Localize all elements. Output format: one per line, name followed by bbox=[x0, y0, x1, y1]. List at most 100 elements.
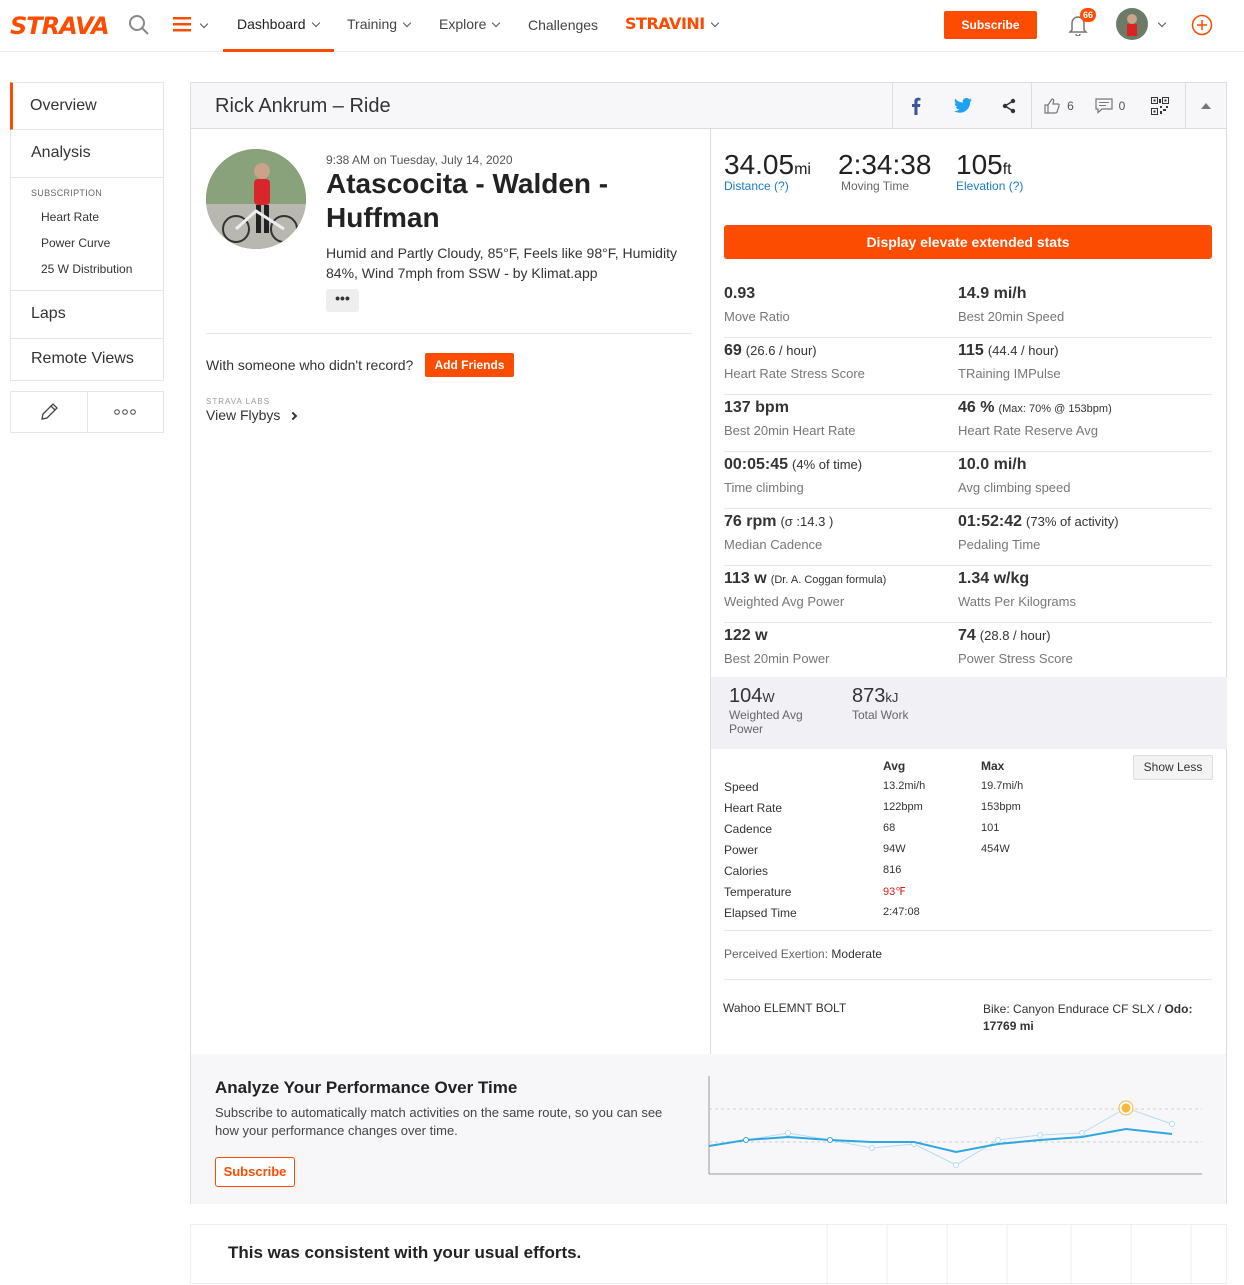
promo-subscribe-button[interactable]: Subscribe bbox=[215, 1157, 295, 1187]
stat-label: Best 20min Heart Rate bbox=[724, 423, 856, 438]
elevation-value: 105 bbox=[956, 149, 1003, 180]
chevron-down-icon[interactable] bbox=[1157, 18, 1167, 28]
performance-chart-illustration bbox=[708, 1076, 1202, 1175]
sidebar-item-overview[interactable]: Overview bbox=[10, 82, 164, 130]
subscription-caption: SUBSCRIPTION bbox=[31, 188, 103, 198]
stat-value: 115 (44.4 / hour) bbox=[958, 342, 1061, 360]
activity-description: Humid and Partly Cloudy, 85°F, Feels lik… bbox=[326, 245, 677, 281]
table-cell-max: 454W bbox=[981, 843, 1010, 855]
hamburger-menu-icon[interactable] bbox=[173, 16, 209, 37]
chevron-down-icon bbox=[492, 18, 501, 28]
stat-value: 76 rpm (σ :14.3 ) bbox=[724, 513, 833, 531]
moving-time-stat: 2:34:38 Moving Time bbox=[838, 149, 931, 193]
stat-label: Weighted Avg Power bbox=[724, 594, 845, 609]
plus-circle-icon[interactable] bbox=[1191, 14, 1213, 41]
nav-training[interactable]: Training bbox=[347, 16, 412, 32]
power-summary: 104W Weighted Avg Power 873kJ Total Work bbox=[711, 677, 1227, 749]
with-someone-text: With someone who didn't record? bbox=[206, 357, 414, 373]
kudos-button[interactable]: 6 bbox=[1031, 83, 1085, 128]
sidebar-item-heart-rate[interactable]: Heart Rate bbox=[31, 210, 163, 236]
avatar[interactable] bbox=[1116, 8, 1148, 40]
sidebar-item-analysis[interactable]: Analysis bbox=[10, 130, 164, 178]
perceived-exertion: Perceived Exertion: Moderate bbox=[724, 947, 882, 961]
stat-value: 69 (26.6 / hour) bbox=[724, 342, 865, 360]
avg-header: Avg bbox=[883, 759, 906, 773]
stat-value-extra: (26.6 / hour) bbox=[745, 343, 817, 358]
elevation-unit: ft bbox=[1002, 161, 1012, 178]
elevate-extended-stats-button[interactable]: Display elevate extended stats bbox=[724, 225, 1212, 259]
more-description-button[interactable]: ••• bbox=[326, 289, 359, 312]
max-header: Max bbox=[981, 759, 1005, 773]
share-icon bbox=[1002, 98, 1016, 113]
stat-label: Watts Per Kilograms bbox=[958, 594, 1076, 609]
bike-name[interactable]: Canyon Endurace CF SLX / bbox=[1013, 1002, 1161, 1016]
qr-code-button[interactable] bbox=[1135, 83, 1185, 128]
stat-cell: 76 rpm (σ :14.3 ) Median Cadence bbox=[724, 513, 833, 552]
show-less-button[interactable]: Show Less bbox=[1133, 755, 1213, 780]
share-button[interactable] bbox=[987, 83, 1031, 128]
stat-cell: 74 (28.8 / hour) Power Stress Score bbox=[958, 627, 1073, 666]
strava-logo[interactable]: STRAVA bbox=[10, 12, 110, 40]
performance-promo: Analyze Your Performance Over Time Subsc… bbox=[191, 1054, 1226, 1204]
stat-row: 137 bpm Best 20min Heart Rate 46 % (Max: 70… bbox=[724, 395, 1212, 452]
stat-cell: 01:52:42 (73% of activity) Pedaling Time bbox=[958, 513, 1119, 552]
odo-value: 17769 mi bbox=[983, 1019, 1034, 1033]
stat-value-main: 1.34 w/kg bbox=[958, 570, 1030, 587]
more-actions-button[interactable] bbox=[88, 392, 164, 432]
nav-stravini[interactable]: STRAVINI bbox=[625, 14, 719, 33]
nav-dashboard[interactable]: Dashboard bbox=[237, 16, 320, 32]
table-row: Speed 13.2mi/h 19.7mi/h bbox=[724, 778, 1212, 799]
collapse-button[interactable] bbox=[1185, 83, 1226, 128]
stat-value-extra: (44.4 / hour) bbox=[987, 343, 1059, 358]
table-cell-avg: 816 bbox=[883, 864, 902, 876]
sidebar-item-distribution[interactable]: 25 W Distribution bbox=[31, 262, 163, 282]
facebook-icon bbox=[912, 97, 921, 115]
nav-training-label: Training bbox=[347, 16, 398, 32]
stat-value-extra: (Dr. A. Coggan formula) bbox=[770, 574, 887, 586]
stat-value-main: 122 w bbox=[724, 627, 768, 644]
elevation-label[interactable]: Elevation (?) bbox=[956, 179, 1023, 193]
extended-stats-grid: 0.93 Move Ratio 14.9 mi/h Best 20min Speed 6… bbox=[724, 281, 1212, 680]
stat-value: 01:52:42 (73% of activity) bbox=[958, 513, 1119, 531]
notification-count-badge: 66 bbox=[1080, 8, 1096, 22]
stat-label: TRaining IMPulse bbox=[958, 366, 1061, 381]
sidebar-actions bbox=[10, 391, 164, 433]
nav-explore[interactable]: Explore bbox=[439, 16, 501, 32]
nav-challenges[interactable]: Challenges bbox=[528, 17, 598, 33]
stat-value-main: 14.9 mi/h bbox=[958, 285, 1027, 302]
wap-value: 104 bbox=[729, 685, 763, 707]
sidebar: Overview Analysis SUBSCRIPTION Heart Rat… bbox=[10, 82, 164, 433]
view-flybys-link[interactable]: View Flybys bbox=[206, 407, 298, 423]
sidebar-item-remote-views[interactable]: Remote Views bbox=[10, 339, 164, 381]
stat-value-main: 10.0 mi/h bbox=[958, 456, 1027, 473]
sidebar-item-laps[interactable]: Laps bbox=[10, 291, 164, 339]
table-cell-name: Elapsed Time bbox=[724, 906, 797, 920]
athlete-photo bbox=[206, 149, 306, 249]
stat-cell: 14.9 mi/h Best 20min Speed bbox=[958, 285, 1064, 324]
stat-row: 122 w Best 20min Power 74 (28.8 / hour) Powe… bbox=[724, 623, 1212, 680]
comments-button[interactable]: 0 bbox=[1085, 83, 1135, 128]
stat-label: Power Stress Score bbox=[958, 651, 1073, 666]
stat-value: 14.9 mi/h bbox=[958, 285, 1064, 303]
work-value: 873 bbox=[852, 685, 886, 707]
sidebar-item-power-curve[interactable]: Power Curve bbox=[31, 236, 163, 262]
pencil-icon bbox=[40, 403, 58, 420]
distance-unit: mi bbox=[794, 161, 811, 178]
elevation-stat: 105ft Elevation (?) bbox=[956, 149, 1023, 193]
stat-value-main: 69 bbox=[724, 342, 742, 359]
chevron-down-icon bbox=[710, 18, 719, 28]
stat-cell: 1.34 w/kg Watts Per Kilograms bbox=[958, 570, 1076, 609]
table-row: Calories 816 bbox=[724, 862, 1212, 883]
table-cell-avg: 122bpm bbox=[883, 801, 923, 813]
edit-button[interactable] bbox=[11, 392, 88, 432]
distance-value: 34.05 bbox=[724, 149, 795, 180]
twitter-share-button[interactable] bbox=[939, 83, 987, 128]
activity-header: Rick Ankrum – Ride 6 0 bbox=[191, 83, 1226, 129]
facebook-share-button[interactable] bbox=[892, 83, 939, 128]
stat-label: Best 20min Speed bbox=[958, 309, 1065, 324]
subscribe-button[interactable]: Subscribe bbox=[944, 11, 1037, 39]
distance-label[interactable]: Distance (?) bbox=[724, 179, 811, 193]
search-icon[interactable] bbox=[128, 14, 150, 41]
ellipsis-icon bbox=[114, 409, 137, 415]
add-friends-button[interactable]: Add Friends bbox=[425, 353, 514, 377]
